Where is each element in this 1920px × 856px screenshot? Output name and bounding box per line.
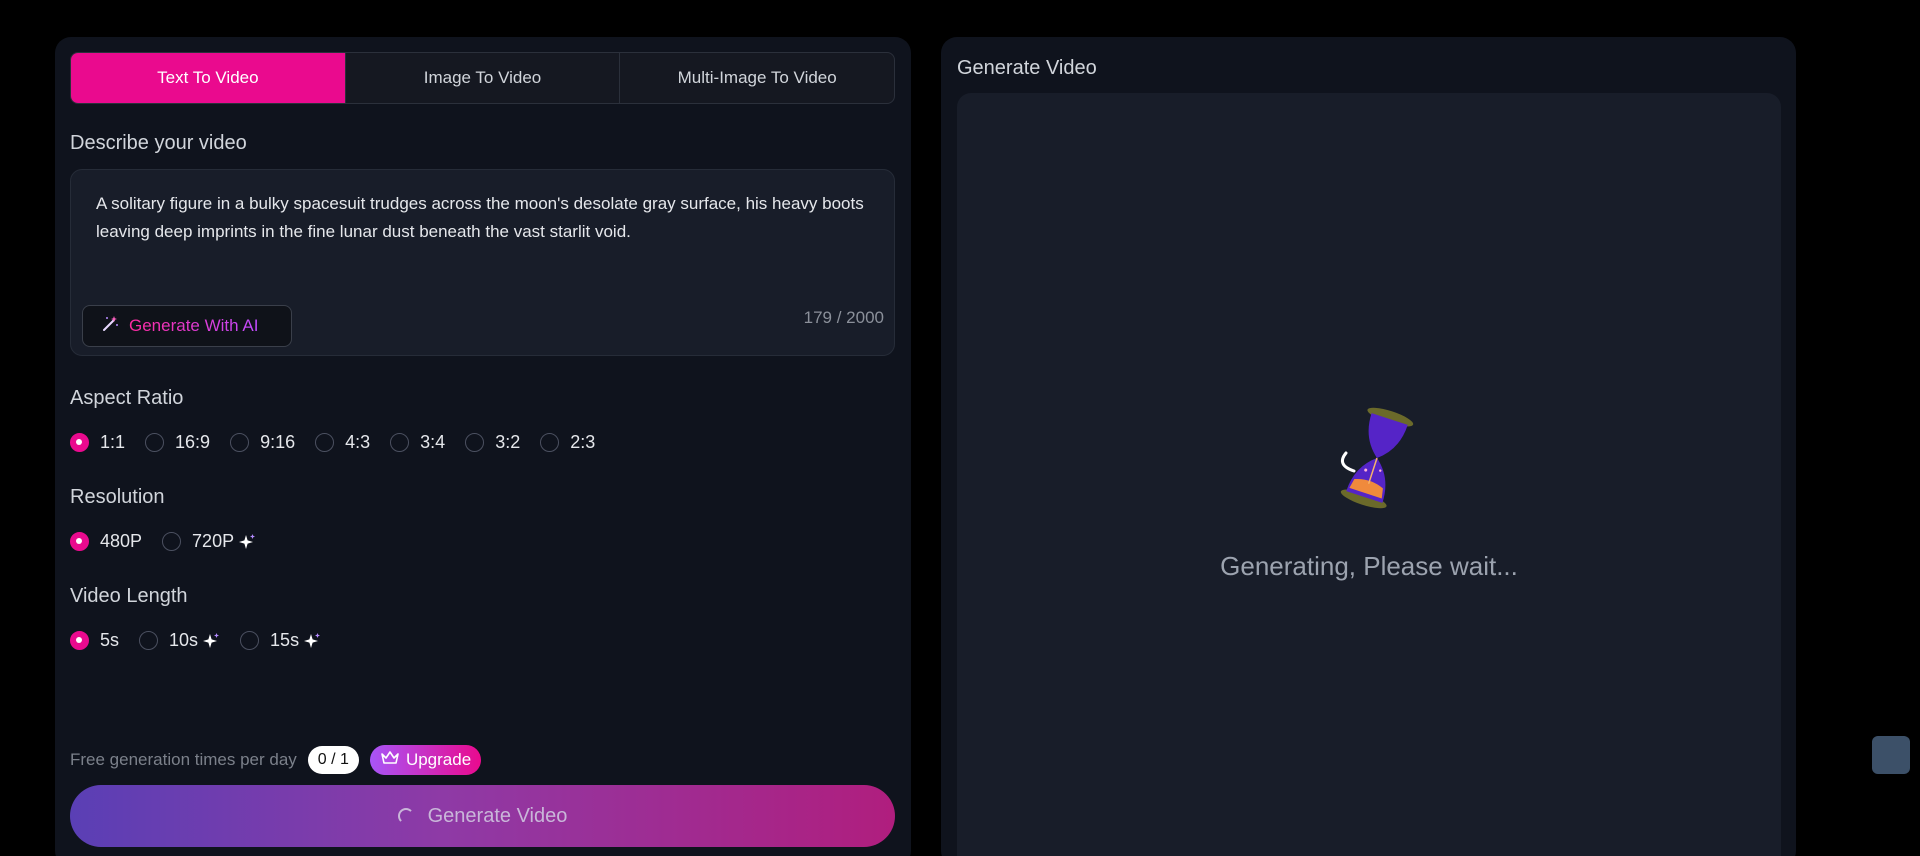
daily-quota: Free generation times per day 0 / 1 Upgr… <box>70 745 482 775</box>
radio-label: 10s <box>169 630 199 650</box>
crown-icon <box>380 750 400 771</box>
radio-button[interactable] <box>230 433 250 452</box>
radio-label: 480P <box>100 531 143 551</box>
radio-label: 720P <box>192 531 235 551</box>
radio-button[interactable] <box>139 631 159 650</box>
magic-wand-icon <box>101 315 119 338</box>
radio-button[interactable] <box>145 433 165 452</box>
prompt-textarea[interactable]: A solitary figure in a bulky spacesuit t… <box>70 169 895 356</box>
resolution-option-480p[interactable]: 480P <box>70 531 142 552</box>
character-counter: 179 / 2000 <box>803 308 884 327</box>
mode-tabs: Text To Video Image To Video Multi-Image… <box>70 52 895 104</box>
aspect-ratio-option-3-4[interactable]: 3:4 <box>390 432 445 453</box>
radio-label: 16:9 <box>175 432 211 452</box>
radio-button[interactable] <box>162 532 182 551</box>
radio-label: 9:16 <box>260 432 296 452</box>
radio-button[interactable] <box>70 631 89 650</box>
resolution-option-720p[interactable]: 720P <box>162 531 256 552</box>
radio-button[interactable] <box>390 433 410 452</box>
radio-label: 5s <box>100 630 120 650</box>
radio-button[interactable] <box>70 433 89 452</box>
aspect-ratio-option-9-16[interactable]: 9:16 <box>230 432 295 453</box>
generate-with-ai-button[interactable]: Generate With AI <box>82 305 292 347</box>
radio-button[interactable] <box>465 433 485 452</box>
video-length-option-5s[interactable]: 5s <box>70 630 119 651</box>
tab-multi-image-to-video[interactable]: Multi-Image To Video <box>620 53 894 103</box>
upgrade-button[interactable]: Upgrade <box>369 745 482 775</box>
radio-label: 15s <box>270 630 300 650</box>
radio-button[interactable] <box>315 433 335 452</box>
generate-video-label: Generate Video <box>427 804 568 827</box>
radio-label: 3:2 <box>495 432 521 452</box>
premium-sparkle-icon <box>303 632 321 650</box>
quota-badge: 0 / 1 <box>307 746 359 774</box>
generate-with-ai-label: Generate With AI <box>129 316 259 335</box>
describe-label: Describe your video <box>70 132 247 154</box>
resolution-options: 480P 720P <box>70 531 276 552</box>
tab-text-to-video[interactable]: Text To Video <box>71 53 346 103</box>
loading-spinner-icon <box>397 808 414 824</box>
page: Text To Video Image To Video Multi-Image… <box>0 0 1920 856</box>
radio-label: 2:3 <box>570 432 596 452</box>
aspect-ratio-label: Aspect Ratio <box>70 387 184 409</box>
radio-button[interactable] <box>70 532 89 551</box>
video-length-option-10s[interactable]: 10s <box>139 630 220 651</box>
floating-widget-button[interactable] <box>1872 736 1910 774</box>
preview-title: Generate Video <box>957 57 1097 79</box>
quota-text: Free generation times per day <box>70 750 297 769</box>
aspect-ratio-options: 1:1 16:9 9:16 4:3 3:4 3:2 2:3 <box>70 432 615 453</box>
preview-panel: Generate Video Generating, Please wait..… <box>941 37 1796 856</box>
generating-status: Generating, Please wait... <box>1220 551 1518 581</box>
video-length-label: Video Length <box>70 585 188 607</box>
aspect-ratio-option-4-3[interactable]: 4:3 <box>315 432 370 453</box>
settings-panel: Text To Video Image To Video Multi-Image… <box>55 37 911 856</box>
radio-button[interactable] <box>540 433 560 452</box>
hourglass-icon <box>1332 403 1422 518</box>
radio-label: 1:1 <box>100 432 126 452</box>
radio-label: 3:4 <box>420 432 446 452</box>
video-length-options: 5s 10s 15s <box>70 630 341 651</box>
aspect-ratio-option-1-1[interactable]: 1:1 <box>70 432 125 453</box>
aspect-ratio-option-16-9[interactable]: 16:9 <box>145 432 210 453</box>
aspect-ratio-option-3-2[interactable]: 3:2 <box>465 432 520 453</box>
premium-sparkle-icon <box>202 632 220 650</box>
generate-video-button[interactable]: Generate Video <box>70 785 895 847</box>
upgrade-label: Upgrade <box>405 750 472 769</box>
prompt-text[interactable]: A solitary figure in a bulky spacesuit t… <box>96 190 876 246</box>
video-length-option-15s[interactable]: 15s <box>240 630 321 651</box>
radio-label: 4:3 <box>345 432 371 452</box>
radio-button[interactable] <box>240 631 260 650</box>
tab-image-to-video[interactable]: Image To Video <box>346 53 621 103</box>
video-preview-area: Generating, Please wait... <box>957 93 1781 856</box>
resolution-label: Resolution <box>70 486 165 508</box>
premium-sparkle-icon <box>238 533 256 551</box>
aspect-ratio-option-2-3[interactable]: 2:3 <box>540 432 595 453</box>
